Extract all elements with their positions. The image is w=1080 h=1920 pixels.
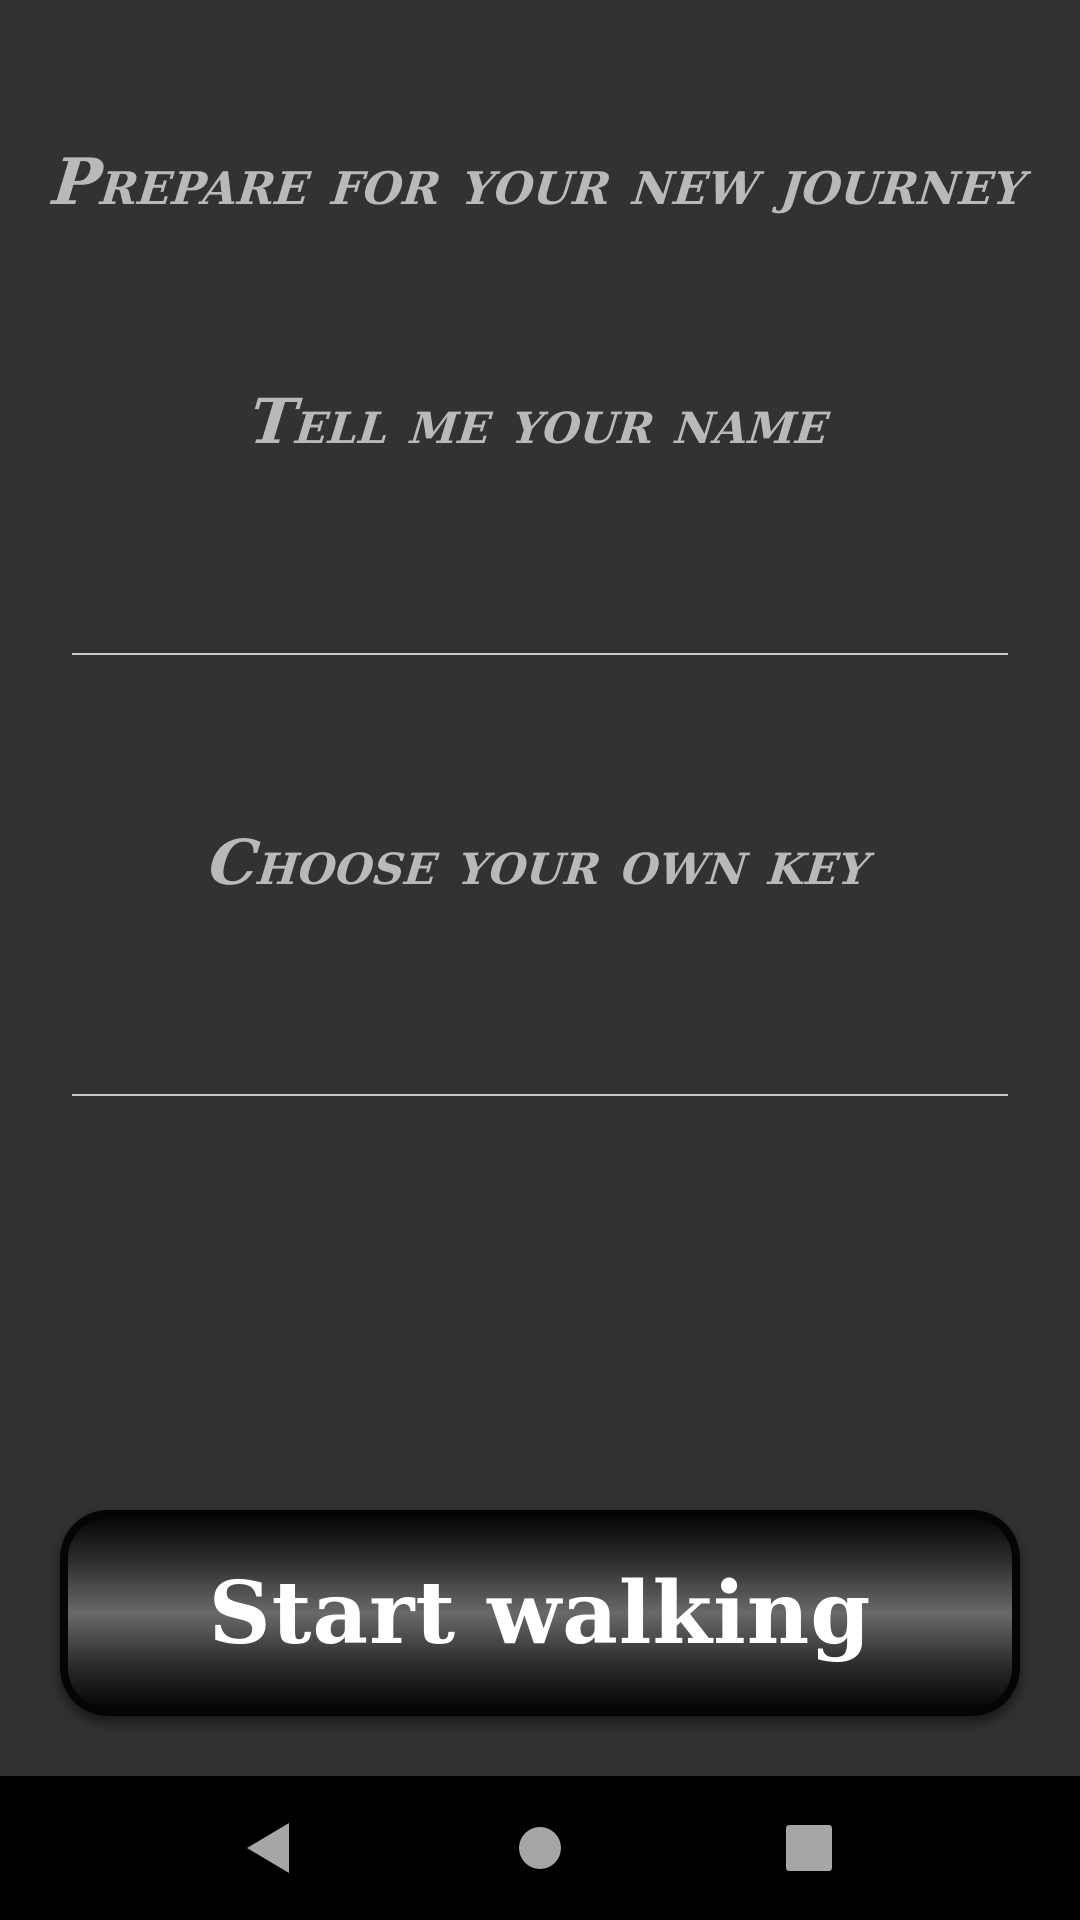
recents-square-icon	[786, 1825, 832, 1871]
app-screen: Prepare for your new journey Tell me you…	[0, 0, 1080, 1920]
name-input[interactable]	[72, 565, 1008, 655]
nav-home-button[interactable]	[490, 1798, 590, 1898]
nav-recents-button[interactable]	[759, 1798, 859, 1898]
key-input[interactable]	[72, 1006, 1008, 1096]
system-navigation-bar	[0, 1776, 1080, 1920]
page-title: Prepare for your new journey	[49, 145, 1031, 220]
back-triangle-icon	[247, 1823, 289, 1873]
home-circle-icon	[519, 1827, 561, 1869]
start-walking-label: Start walking	[208, 1562, 872, 1664]
nav-back-button[interactable]	[218, 1798, 318, 1898]
name-prompt-label: Tell me your name	[246, 385, 834, 458]
start-walking-button[interactable]: Start walking	[60, 1510, 1020, 1716]
key-prompt-label: Choose your own key	[205, 826, 875, 899]
